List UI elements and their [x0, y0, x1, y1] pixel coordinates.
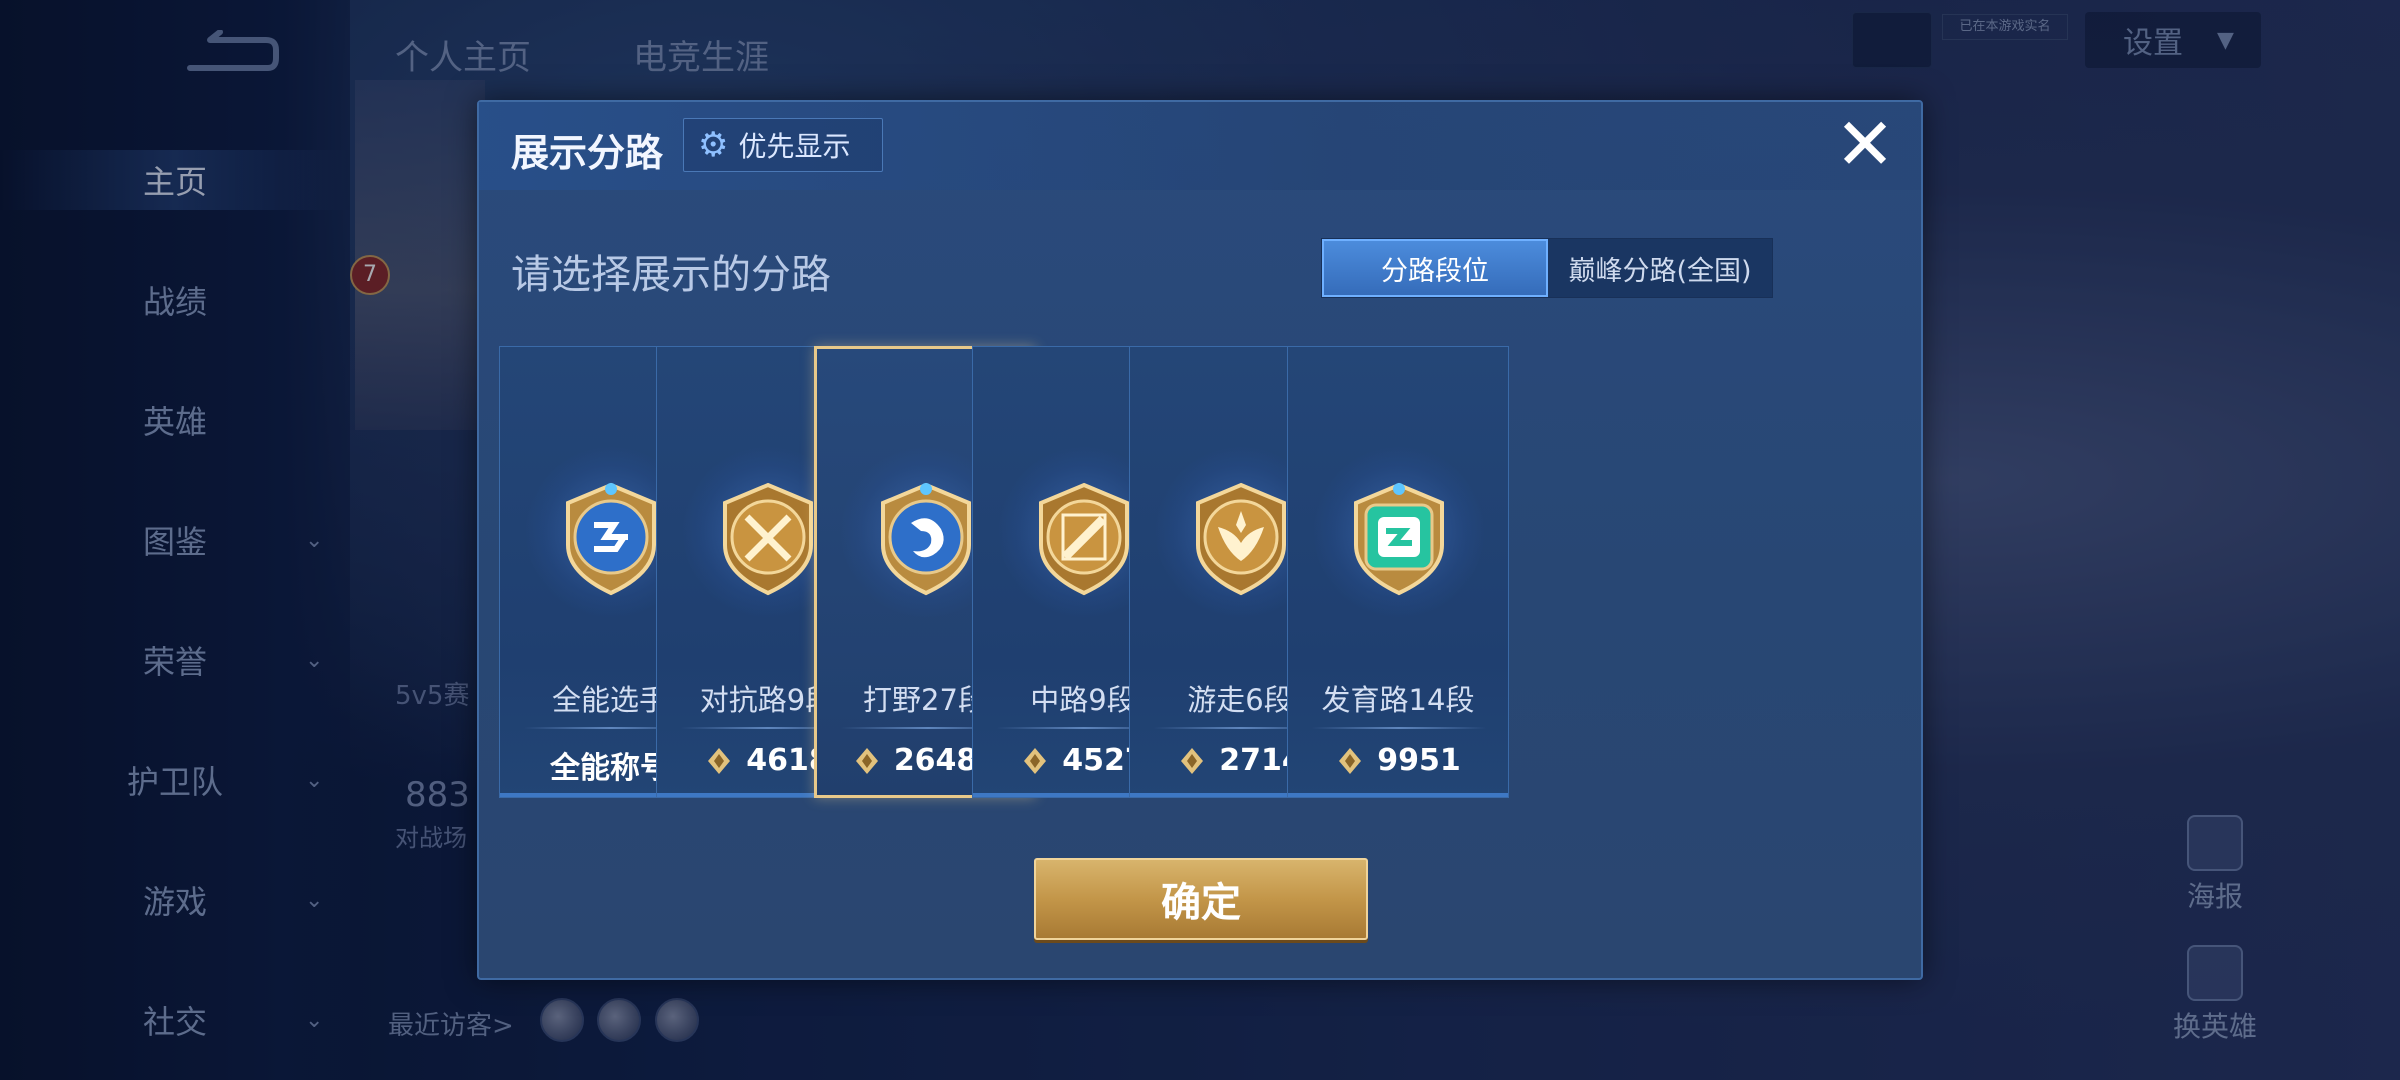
card-bottom-bar	[1288, 793, 1508, 797]
close-button[interactable]: ✕	[1833, 108, 1897, 180]
dialog-title: 展示分路	[511, 131, 664, 175]
roam-emblem-icon	[1196, 482, 1286, 596]
mid-lane-emblem-icon	[1039, 482, 1129, 596]
farm-lane-emblem-icon	[1354, 482, 1444, 596]
lane-name: 发育路14段	[1321, 683, 1475, 717]
all-round-emblem-icon	[566, 482, 656, 596]
lane-value-text: 9951	[1377, 743, 1461, 778]
priority-display-button[interactable]: ⚙ 优先显示	[683, 118, 883, 172]
section-title: 请选择展示的分路	[511, 252, 831, 298]
rank-type-toggle: 分路段位 巅峰分路(全国)	[1321, 238, 1773, 298]
close-icon: ✕	[1834, 102, 1896, 186]
clash-lane-emblem-icon	[723, 482, 813, 596]
rank-points-icon	[1339, 747, 1362, 774]
rank-points-icon	[708, 747, 731, 774]
tab-lane-rank[interactable]: 分路段位	[1322, 239, 1548, 297]
rank-points-icon	[1181, 747, 1204, 774]
priority-display-label: 优先显示	[738, 130, 851, 163]
confirm-label: 确定	[1161, 880, 1241, 926]
confirm-button[interactable]: 确定	[1034, 858, 1368, 940]
lane-card-farm[interactable]: 发育路14段 9951	[1287, 346, 1509, 798]
jungle-emblem-icon	[881, 482, 971, 596]
divider	[1312, 727, 1486, 729]
lane-value: 9951	[1288, 743, 1508, 778]
rank-points-icon	[1024, 747, 1047, 774]
gear-icon: ⚙	[698, 125, 729, 165]
rank-points-icon	[855, 747, 878, 774]
tab-peak-lane[interactable]: 巅峰分路(全国)	[1548, 239, 1772, 297]
lane-display-dialog: 展示分路 ⚙ 优先显示 ✕ 请选择展示的分路 分路段位 巅峰分路(全国) 全能选…	[477, 100, 1923, 980]
lane-value-text: 全能称号	[550, 751, 670, 786]
